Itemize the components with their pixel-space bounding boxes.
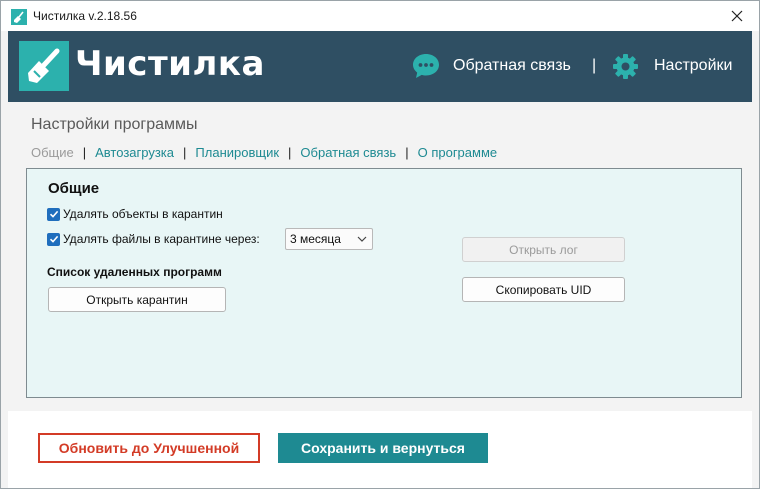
tab-separator: | [405, 145, 409, 160]
delete-quarantine-after-label: Удалять файлы в карантине через: [63, 232, 260, 246]
close-button[interactable] [715, 1, 759, 31]
delete-to-quarantine-option[interactable]: Удалять объекты в карантин [47, 207, 223, 221]
upgrade-button[interactable]: Обновить до Улучшенной [38, 433, 260, 463]
app-broom-icon [11, 9, 27, 25]
tab-feedback[interactable]: Обратная связь [300, 145, 396, 160]
header-separator: | [592, 57, 597, 74]
footer-bar: Обновить до Улучшенной Сохранить и верну… [8, 411, 752, 488]
header-settings-link[interactable]: Настройки [654, 57, 732, 75]
app-window: Чистилка v.2.18.56 Чистилка Обратная свя… [0, 0, 760, 489]
general-settings-panel: Общие Удалять объекты в карантин Удалять… [26, 168, 742, 398]
chat-bubble-icon[interactable] [412, 53, 440, 79]
delete-quarantine-after-option[interactable]: Удалять файлы в карантине через: [47, 232, 260, 246]
quarantine-period-select[interactable]: 3 месяца [285, 228, 373, 250]
gear-icon[interactable] [612, 53, 639, 80]
open-quarantine-button[interactable]: Открыть карантин [48, 287, 226, 312]
header-banner: Чистилка Обратная связь | Настройки [8, 31, 752, 102]
logo-broom-icon [19, 41, 69, 91]
save-and-return-button[interactable]: Сохранить и вернуться [278, 433, 488, 463]
delete-to-quarantine-checkbox[interactable] [47, 207, 60, 221]
close-icon [731, 10, 743, 22]
tab-separator: | [183, 145, 187, 160]
copy-uid-button[interactable]: Скопировать UID [462, 277, 625, 302]
tab-about[interactable]: О программе [418, 145, 498, 160]
open-log-button: Открыть лог [462, 237, 625, 262]
section-heading: Общие [48, 180, 100, 197]
tab-general[interactable]: Общие [31, 145, 74, 160]
title-bar[interactable]: Чистилка v.2.18.56 [1, 1, 759, 31]
removed-programs-heading: Список удаленных программ [47, 265, 222, 279]
checkmark-icon [49, 210, 58, 218]
delete-quarantine-after-checkbox[interactable] [47, 232, 60, 246]
tab-bar: Общие | Автозагрузка | Планировщик | Обр… [31, 145, 497, 160]
tab-scheduler[interactable]: Планировщик [195, 145, 279, 160]
header-feedback-link[interactable]: Обратная связь [453, 57, 571, 75]
tab-separator: | [82, 145, 87, 160]
tab-separator: | [288, 145, 292, 160]
quarantine-period-value: 3 месяца [290, 232, 341, 246]
logo-text: Чистилка [75, 44, 265, 84]
delete-to-quarantine-label: Удалять объекты в карантин [63, 207, 223, 221]
window-title: Чистилка v.2.18.56 [33, 9, 137, 23]
tab-autostart[interactable]: Автозагрузка [95, 145, 174, 160]
page-title: Настройки программы [31, 116, 198, 133]
chevron-down-icon [357, 236, 367, 242]
checkmark-icon [49, 235, 58, 243]
